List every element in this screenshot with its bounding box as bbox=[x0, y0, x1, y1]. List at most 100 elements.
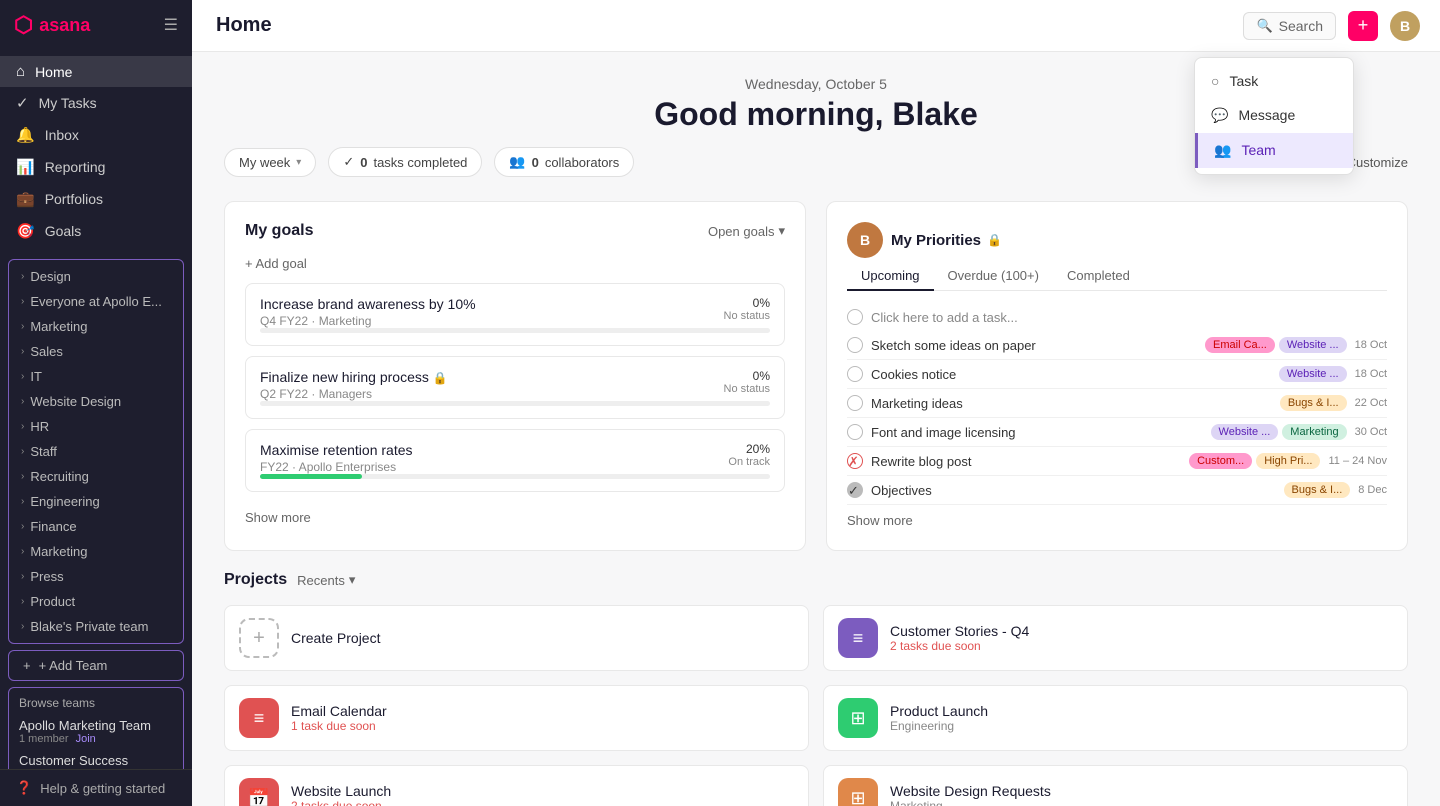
browse-team-meta: 1 member Join bbox=[19, 733, 173, 745]
task-item[interactable]: Sketch some ideas on paper Email Ca...We… bbox=[847, 331, 1387, 360]
task-tag: Bugs & I... bbox=[1280, 395, 1347, 411]
chevron-right-icon: › bbox=[21, 271, 24, 282]
tab-overdue[interactable]: Overdue (100+) bbox=[934, 262, 1053, 291]
team-item[interactable]: ›Finance bbox=[9, 514, 183, 539]
sidebar-my-tasks-label: My Tasks bbox=[39, 95, 97, 111]
my-week-label: My week bbox=[239, 155, 290, 170]
lock-icon: 🔒 bbox=[987, 233, 1002, 247]
team-item[interactable]: ›Everyone at Apollo E... bbox=[9, 289, 183, 314]
chevron-right-icon: › bbox=[21, 596, 24, 607]
team-item[interactable]: ›Press bbox=[9, 564, 183, 589]
goal-meta: FY22 · Apollo Enterprises bbox=[260, 460, 413, 474]
tab-upcoming[interactable]: Upcoming bbox=[847, 262, 934, 291]
add-goal-button[interactable]: + Add goal bbox=[245, 256, 785, 271]
sidebar-item-home[interactable]: ⌂ Home bbox=[0, 56, 192, 87]
tasks-completed-count: 0 bbox=[360, 155, 367, 170]
team-item[interactable]: ›Engineering bbox=[9, 489, 183, 514]
browse-team-name: Customer Success bbox=[19, 753, 173, 768]
sidebar-item-inbox[interactable]: 🔔 Inbox bbox=[0, 119, 192, 151]
team-item[interactable]: ›Website Design bbox=[9, 389, 183, 414]
project-item[interactable]: 📅 Website Launch 2 tasks due soon bbox=[224, 765, 809, 806]
task-check-icon: ✓ bbox=[847, 482, 863, 498]
dropdown-message[interactable]: 💬 Message bbox=[1195, 98, 1353, 133]
sidebar-reporting-label: Reporting bbox=[45, 159, 106, 175]
projects-section: Projects Recents ▾ + Create Project ≡ Cu… bbox=[224, 571, 1408, 806]
task-item[interactable]: ✗ Rewrite blog post Custom...High Pri...… bbox=[847, 447, 1387, 476]
sidebar-nav: ⌂ Home ✓ My Tasks 🔔 Inbox 📊 Reporting 💼 … bbox=[0, 50, 192, 253]
progress-bar-bg bbox=[260, 474, 770, 479]
team-item[interactable]: ›Marketing bbox=[9, 314, 183, 339]
team-item[interactable]: ›Staff bbox=[9, 439, 183, 464]
task-tag: Website ... bbox=[1279, 366, 1347, 382]
task-tag: Email Ca... bbox=[1205, 337, 1275, 353]
goal-item[interactable]: Increase brand awareness by 10% Q4 FY22 … bbox=[245, 283, 785, 346]
goal-item[interactable]: Maximise retention rates FY22 · Apollo E… bbox=[245, 429, 785, 492]
progress-bar-bg bbox=[260, 328, 770, 333]
add-task-row[interactable]: Click here to add a task... bbox=[847, 303, 1387, 331]
team-item[interactable]: ›HR bbox=[9, 414, 183, 439]
task-tags: Bugs & I... bbox=[1284, 482, 1351, 498]
task-item[interactable]: ✓ Objectives Bugs & I... 8 Dec bbox=[847, 476, 1387, 505]
projects-header: Projects Recents ▾ bbox=[224, 571, 1408, 589]
team-item[interactable]: ›Recruiting bbox=[9, 464, 183, 489]
project-item[interactable]: ⊞ Website Design Requests Marketing bbox=[823, 765, 1408, 806]
project-item[interactable]: ⊞ Product Launch Engineering bbox=[823, 685, 1408, 751]
task-name: Cookies notice bbox=[871, 367, 1271, 382]
user-avatar[interactable]: B bbox=[1390, 11, 1420, 41]
dropdown-team[interactable]: 👥 Team bbox=[1195, 133, 1353, 168]
task-item[interactable]: Font and image licensing Website ...Mark… bbox=[847, 418, 1387, 447]
goal-percentage: 20% bbox=[710, 442, 770, 456]
chevron-right-icon: › bbox=[21, 446, 24, 457]
task-item[interactable]: Marketing ideas Bugs & I... 22 Oct bbox=[847, 389, 1387, 418]
task-tag: High Pri... bbox=[1256, 453, 1320, 469]
home-icon: ⌂ bbox=[16, 63, 25, 80]
team-item[interactable]: ›Design bbox=[9, 264, 183, 289]
team-item[interactable]: ›Blake's Private team bbox=[9, 614, 183, 639]
project-name: Website Launch bbox=[291, 783, 391, 799]
priorities-tabs: Upcoming Overdue (100+) Completed bbox=[847, 262, 1387, 291]
team-item[interactable]: ›IT bbox=[9, 364, 183, 389]
hamburger-icon[interactable]: ☰ bbox=[164, 15, 178, 35]
team-item[interactable]: ›Product bbox=[9, 589, 183, 614]
open-goals-button[interactable]: Open goals ▾ bbox=[708, 223, 785, 239]
add-team-plus-icon: + bbox=[23, 658, 31, 673]
progress-bar-fill bbox=[260, 474, 362, 479]
chevron-right-icon: › bbox=[21, 571, 24, 582]
sidebar-item-goals[interactable]: 🎯 Goals bbox=[0, 215, 192, 247]
chevron-right-icon: › bbox=[21, 296, 24, 307]
search-box[interactable]: 🔍 Search bbox=[1243, 12, 1336, 40]
add-task-placeholder: Click here to add a task... bbox=[871, 310, 1018, 325]
sidebar-item-reporting[interactable]: 📊 Reporting bbox=[0, 151, 192, 183]
goals-card-title: My goals bbox=[245, 222, 313, 240]
tab-completed[interactable]: Completed bbox=[1053, 262, 1144, 291]
join-link[interactable]: Join bbox=[76, 733, 96, 745]
task-name: Font and image licensing bbox=[871, 425, 1203, 440]
task-tag: Website ... bbox=[1211, 424, 1279, 440]
project-item[interactable]: + Create Project bbox=[224, 605, 809, 671]
project-item[interactable]: ≡ Email Calendar 1 task due soon bbox=[224, 685, 809, 751]
priorities-show-more-button[interactable]: Show more bbox=[847, 513, 913, 528]
task-item[interactable]: Cookies notice Website ... 18 Oct bbox=[847, 360, 1387, 389]
recents-button[interactable]: Recents ▾ bbox=[297, 572, 355, 588]
project-item[interactable]: ≡ Customer Stories - Q4 2 tasks due soon bbox=[823, 605, 1408, 671]
add-team-label: + Add Team bbox=[39, 658, 108, 673]
priorities-title-area: My Priorities 🔒 bbox=[891, 232, 1002, 249]
goal-item[interactable]: Finalize new hiring process 🔒 Q2 FY22 · … bbox=[245, 356, 785, 419]
team-item[interactable]: ›Marketing bbox=[9, 539, 183, 564]
browse-teams-title: Browse teams bbox=[19, 696, 173, 710]
help-button[interactable]: ❓ Help & getting started bbox=[0, 769, 192, 806]
task-tag: Website ... bbox=[1279, 337, 1347, 353]
sidebar-inbox-label: Inbox bbox=[45, 127, 79, 143]
topbar-right: 🔍 Search + ○ Task 💬 Message 👥 bbox=[1243, 11, 1420, 41]
empty-circle-icon bbox=[847, 309, 863, 325]
add-team-button[interactable]: + + Add Team bbox=[8, 650, 184, 681]
task-date: 22 Oct bbox=[1355, 397, 1387, 409]
sidebar-item-my-tasks[interactable]: ✓ My Tasks bbox=[0, 87, 192, 119]
my-week-pill[interactable]: My week ▾ bbox=[224, 148, 316, 177]
goals-show-more-button[interactable]: Show more bbox=[245, 510, 311, 525]
dropdown-task[interactable]: ○ Task bbox=[1195, 64, 1353, 98]
sidebar-item-portfolios[interactable]: 💼 Portfolios bbox=[0, 183, 192, 215]
create-project-icon: + bbox=[239, 618, 279, 658]
team-item[interactable]: ›Sales bbox=[9, 339, 183, 364]
create-button[interactable]: + bbox=[1348, 11, 1378, 41]
